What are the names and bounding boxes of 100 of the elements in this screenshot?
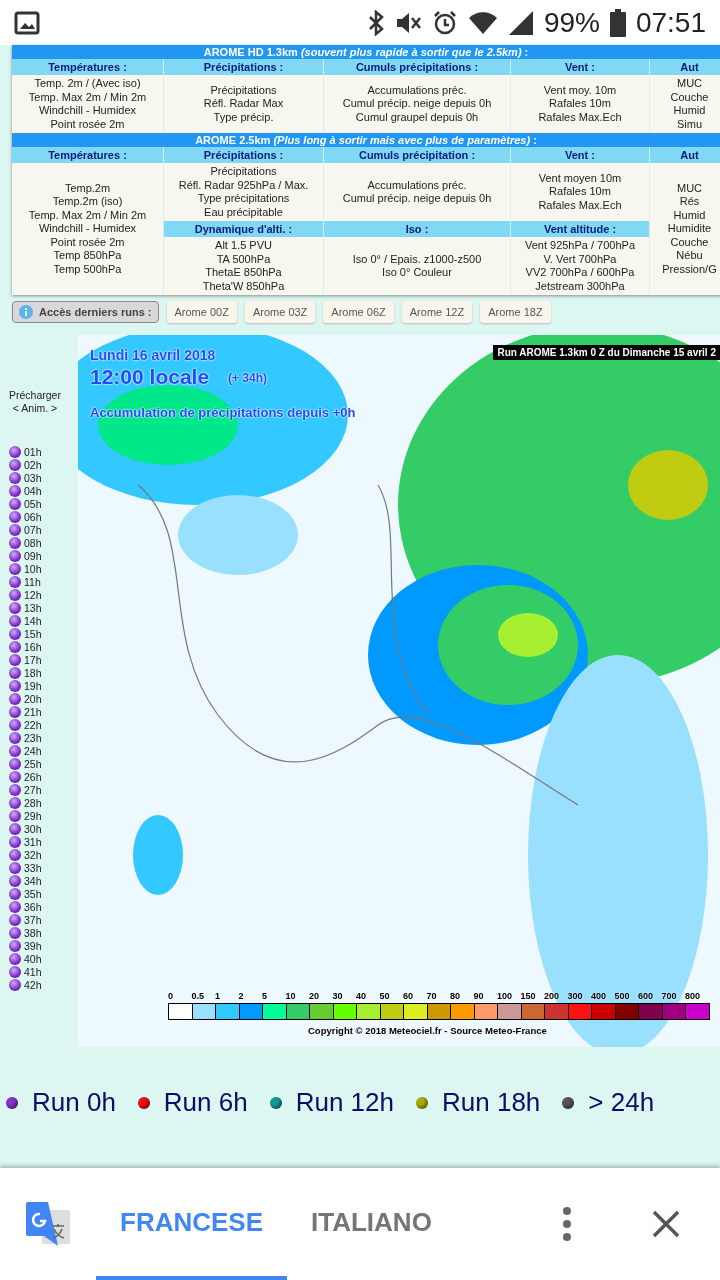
hour-link[interactable]: 02h	[24, 458, 42, 471]
hour-link[interactable]: 35h	[24, 887, 42, 900]
hour-ball-icon[interactable]	[9, 536, 21, 549]
hour-link[interactable]: 33h	[24, 861, 42, 874]
hour-ball-icon[interactable]	[9, 926, 21, 939]
hour-ball-icon[interactable]	[9, 731, 21, 744]
hour-link[interactable]: 27h	[24, 783, 42, 796]
run-button[interactable]: Arome 03Z	[244, 301, 316, 323]
hour-ball-icon[interactable]	[9, 679, 21, 692]
hour-link[interactable]: 31h	[24, 835, 42, 848]
hour-ball-icon[interactable]	[9, 614, 21, 627]
hour-link[interactable]: 01h	[24, 445, 42, 458]
hour-link[interactable]: 03h	[24, 471, 42, 484]
animation-link[interactable]: < Anim. >	[0, 402, 70, 415]
hour-link[interactable]: 12h	[24, 588, 42, 601]
hour-ball-icon[interactable]	[9, 900, 21, 913]
hour-link[interactable]: 21h	[24, 705, 42, 718]
hour-ball-icon[interactable]	[9, 809, 21, 822]
run-button[interactable]: Arome 12Z	[401, 301, 473, 323]
hour-link[interactable]: 40h	[24, 952, 42, 965]
parameter-links[interactable]: Iso 0° / Epais. z1000-z500 Iso 0° Couleur	[324, 237, 511, 295]
hour-ball-icon[interactable]	[9, 575, 21, 588]
preload-link[interactable]: Précharger	[0, 389, 70, 402]
hour-link[interactable]: 24h	[24, 744, 42, 757]
hour-ball-icon[interactable]	[9, 627, 21, 640]
hour-link[interactable]: 41h	[24, 965, 42, 978]
hour-link[interactable]: 26h	[24, 770, 42, 783]
hour-link[interactable]: 16h	[24, 640, 42, 653]
hour-link[interactable]: 08h	[24, 536, 42, 549]
language-tab[interactable]: ITALIANO	[287, 1168, 456, 1280]
hour-ball-icon[interactable]	[9, 835, 21, 848]
hour-link[interactable]: 15h	[24, 627, 42, 640]
hour-link[interactable]: 39h	[24, 939, 42, 952]
hour-link[interactable]: 30h	[24, 822, 42, 835]
parameter-links[interactable]: Vent 925hPa / 700hPa V. Vert 700hPa VV2 700hPa / 600hPa Jetstream 300hPa	[511, 237, 650, 295]
hour-link[interactable]: 37h	[24, 913, 42, 926]
more-options-icon[interactable]	[562, 1207, 572, 1241]
hour-link[interactable]: 38h	[24, 926, 42, 939]
hour-ball-icon[interactable]	[9, 445, 21, 458]
hour-link[interactable]: 11h	[24, 575, 41, 588]
hour-link[interactable]: 22h	[24, 718, 42, 731]
hour-ball-icon[interactable]	[9, 562, 21, 575]
hour-ball-icon[interactable]	[9, 757, 21, 770]
hour-link[interactable]: 07h	[24, 523, 42, 536]
copyright-text: Copyright © 2018 Meteociel.fr - Source Meteo-France	[308, 1025, 547, 1036]
hour-ball-icon[interactable]	[9, 471, 21, 484]
hour-ball-icon[interactable]	[9, 744, 21, 757]
translate-icon[interactable]	[26, 1202, 70, 1246]
close-icon[interactable]	[652, 1210, 680, 1238]
hour-link[interactable]: 17h	[24, 653, 42, 666]
hour-ball-icon[interactable]	[9, 497, 21, 510]
hour-link[interactable]: 14h	[24, 614, 42, 627]
hour-ball-icon[interactable]	[9, 588, 21, 601]
parameter-links[interactable]: Alt 1.5 PVU TA 500hPa ThetaE 850hPa Theta'W 850hPa	[164, 237, 324, 295]
hour-link[interactable]: 13h	[24, 601, 42, 614]
hour-ball-icon[interactable]	[9, 822, 21, 835]
hour-link[interactable]: 42h	[24, 978, 42, 991]
hour-ball-icon[interactable]	[9, 549, 21, 562]
hour-ball-icon[interactable]	[9, 692, 21, 705]
hour-ball-icon[interactable]	[9, 783, 21, 796]
hour-ball-icon[interactable]	[9, 458, 21, 471]
hour-ball-icon[interactable]	[9, 484, 21, 497]
hour-ball-icon[interactable]	[9, 666, 21, 679]
hour-ball-icon[interactable]	[9, 510, 21, 523]
hour-ball-icon[interactable]	[9, 861, 21, 874]
hour-link[interactable]: 20h	[24, 692, 42, 705]
run-button[interactable]: Arome 18Z	[480, 301, 551, 323]
hour-ball-icon[interactable]	[9, 796, 21, 809]
hour-ball-icon[interactable]	[9, 601, 21, 614]
language-tab[interactable]: FRANCESE	[96, 1168, 287, 1280]
hour-ball-icon[interactable]	[9, 965, 21, 978]
hour-ball-icon[interactable]	[9, 653, 21, 666]
hour-link[interactable]: 18h	[24, 666, 42, 679]
hour-link[interactable]: 32h	[24, 848, 42, 861]
hour-ball-icon[interactable]	[9, 939, 21, 952]
hour-link[interactable]: 36h	[24, 900, 42, 913]
hour-link[interactable]: 29h	[24, 809, 42, 822]
hour-link[interactable]: 19h	[24, 679, 42, 692]
hour-link[interactable]: 04h	[24, 484, 42, 497]
hour-link[interactable]: 10h	[24, 562, 42, 575]
hour-ball-icon[interactable]	[9, 718, 21, 731]
hour-ball-icon[interactable]	[9, 770, 21, 783]
hour-ball-icon[interactable]	[9, 913, 21, 926]
hour-ball-icon[interactable]	[9, 887, 21, 900]
hour-ball-icon[interactable]	[9, 874, 21, 887]
hour-link[interactable]: 28h	[24, 796, 42, 809]
hour-ball-icon[interactable]	[9, 523, 21, 536]
run-button[interactable]: Arome 06Z	[323, 301, 394, 323]
hour-link[interactable]: 23h	[24, 731, 42, 744]
hour-ball-icon[interactable]	[9, 705, 21, 718]
hour-ball-icon[interactable]	[9, 952, 21, 965]
hour-link[interactable]: 06h	[24, 510, 42, 523]
run-button[interactable]: Arome 00Z	[166, 301, 237, 323]
hour-link[interactable]: 25h	[24, 757, 42, 770]
hour-link[interactable]: 34h	[24, 874, 42, 887]
hour-link[interactable]: 09h	[24, 549, 42, 562]
hour-ball-icon[interactable]	[9, 640, 21, 653]
hour-link[interactable]: 05h	[24, 497, 42, 510]
hour-ball-icon[interactable]	[9, 848, 21, 861]
hour-ball-icon[interactable]	[9, 978, 21, 991]
